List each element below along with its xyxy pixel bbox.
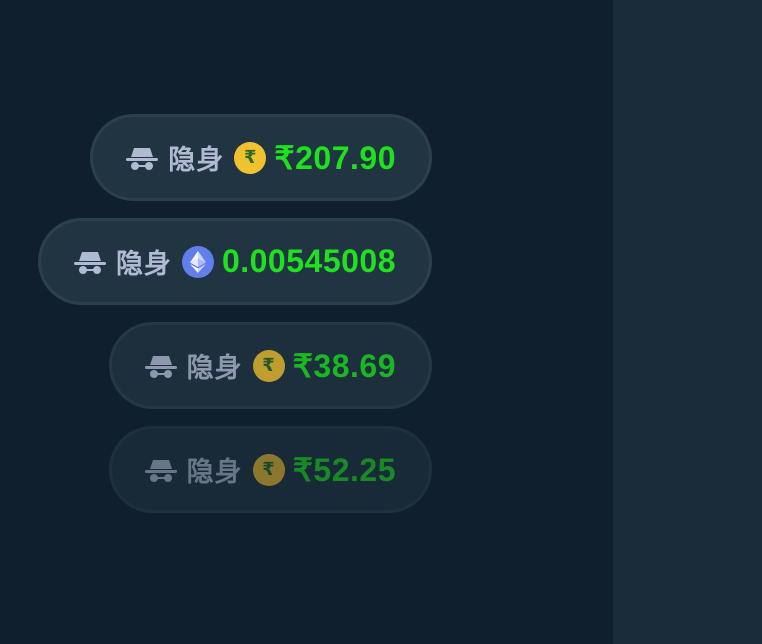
username: 隐身 — [186, 457, 243, 488]
rupee-coin-icon: ₹ — [234, 141, 267, 174]
rupee-coin-icon: ₹ — [252, 349, 285, 382]
bet-amount: 0.00545008 — [221, 243, 396, 279]
bet-amount: ₹38.69 — [292, 347, 396, 384]
live-bets-feed: 隐身 ₹ ₹207.90 隐身 0.00545008 隐身 ₹ ₹38.69 隐… — [37, 114, 432, 513]
incognito-hat-icon — [144, 457, 177, 483]
side-panel — [613, 0, 762, 644]
ethereum-coin-icon — [181, 245, 214, 278]
incognito-hat-icon — [144, 353, 177, 379]
username: 隐身 — [115, 249, 172, 280]
main-area: 隐身 ₹ ₹207.90 隐身 0.00545008 隐身 ₹ ₹38.69 隐… — [0, 0, 613, 644]
bet-amount: ₹207.90 — [274, 139, 396, 176]
stage: 隐身 ₹ ₹207.90 隐身 0.00545008 隐身 ₹ ₹38.69 隐… — [0, 0, 762, 644]
username: 隐身 — [186, 353, 243, 384]
bet-pill[interactable]: 隐身 ₹ ₹207.90 — [90, 114, 432, 201]
bet-pill[interactable]: 隐身 0.00545008 — [37, 218, 432, 305]
bet-pill[interactable]: 隐身 ₹ ₹52.25 — [108, 426, 432, 513]
bet-pill[interactable]: 隐身 ₹ ₹38.69 — [108, 322, 432, 409]
incognito-hat-icon — [73, 249, 106, 275]
username: 隐身 — [168, 145, 225, 176]
incognito-hat-icon — [126, 145, 159, 171]
bet-amount: ₹52.25 — [292, 451, 396, 488]
rupee-coin-icon: ₹ — [252, 453, 285, 486]
